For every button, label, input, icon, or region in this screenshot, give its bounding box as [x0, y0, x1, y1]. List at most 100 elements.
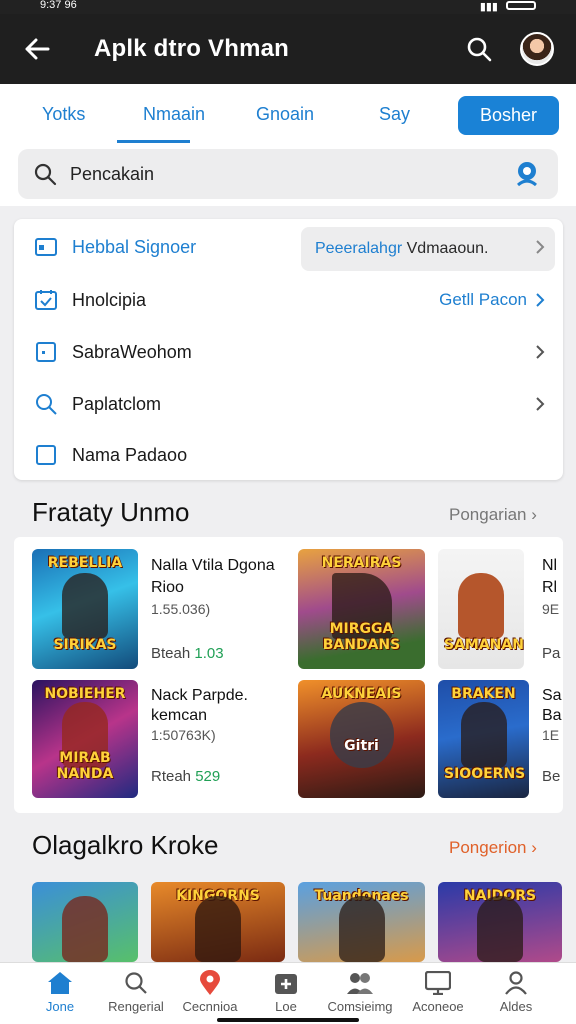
game-downloads: 1.55.036): [151, 601, 211, 617]
chevron-right-icon: ›: [531, 505, 537, 524]
top-section: Yotks Nmaain Gnoain Say Bosher Pencakain: [0, 84, 576, 206]
search-input[interactable]: Pencakain: [18, 149, 558, 199]
menu-item-link[interactable]: Getll Pacon: [439, 290, 527, 310]
game-downloads: 1:50763K): [151, 727, 216, 743]
tab-bosher-button[interactable]: Bosher: [458, 96, 559, 135]
game-thumbnail[interactable]: [32, 882, 138, 962]
menu-item-label: Nama Padaoo: [72, 444, 188, 465]
section-title: Olagalkro Kroke: [32, 830, 219, 860]
status-time: 9:37 96: [40, 0, 77, 11]
monitor-icon: [424, 969, 452, 997]
character-figure: [62, 896, 108, 962]
score-value: 1.03: [194, 645, 224, 662]
tab-gnoain[interactable]: Gnoain: [256, 104, 314, 125]
tab-active-indicator: [117, 140, 190, 143]
thumbnail-caption: Gitri: [344, 738, 379, 754]
game-title-line2: Ba: [542, 707, 562, 724]
game-thumbnail[interactable]: NERAIRAS MIRGGA BANDANS: [298, 549, 425, 669]
game-title[interactable]: Nl: [542, 557, 557, 575]
game-downloads: 9E: [542, 601, 560, 617]
home-indicator[interactable]: [217, 1018, 359, 1022]
game-title[interactable]: Nalla Vtila Dgona: [151, 557, 275, 575]
nav-item-location[interactable]: Cecnnioa: [170, 969, 250, 1014]
menu-item-label: Hnolcipia: [72, 289, 147, 310]
thumbnail-caption: AUKNEAIS: [321, 686, 402, 702]
people-icon: [346, 969, 374, 997]
status-icons: ▮▮▮: [480, 0, 536, 14]
nav-item-account[interactable]: Aconeoe: [398, 969, 478, 1014]
game-thumbnail[interactable]: BRAKEN SIOOERNS: [438, 680, 529, 798]
menu-item-hnolcipia[interactable]: Hnolcipia Getll Pacon: [14, 274, 563, 326]
menu-item-nama-padaoo[interactable]: Nama Padaoo: [14, 429, 563, 481]
arrow-left-icon[interactable]: [22, 34, 52, 64]
score-label: Be: [542, 768, 561, 785]
game-title-line2: kemcan: [151, 707, 208, 724]
pill-text-right: Vdmaaoun.: [402, 240, 489, 257]
home-icon: [46, 969, 74, 997]
game-title-line2: Rioo: [151, 579, 184, 596]
game-thumbnail[interactable]: REBELLIA SIRIKAS: [32, 549, 138, 669]
section-title: Frataty Unmo: [32, 497, 190, 527]
avatar[interactable]: [520, 32, 554, 66]
bottom-nav: Jone Rengerial Cecnnioa Loe Comsieimg Ac…: [0, 962, 576, 1024]
location-pin-icon: [196, 969, 224, 997]
page-title: Aplk dtro Vhman: [94, 35, 290, 62]
game-title-line2: Rl: [542, 579, 558, 596]
tab-nmaain[interactable]: Nmaain: [143, 104, 205, 125]
search-text: Pencakain: [70, 163, 155, 184]
game-score: Rteah 529: [151, 768, 220, 785]
score-value: 529: [195, 768, 221, 785]
chevron-right-icon: [533, 342, 547, 362]
game-thumbnail[interactable]: KINGORNS: [151, 882, 285, 962]
thumbnail-caption: MIRAB NANDA: [56, 750, 114, 782]
game-title[interactable]: Nack Parpde.: [151, 687, 248, 705]
helmet-figure: [329, 702, 394, 768]
character-figure: [338, 896, 385, 962]
checkbox-icon: [34, 443, 58, 467]
tab-yotks[interactable]: Yotks: [42, 104, 85, 125]
nav-item-home[interactable]: Jone: [20, 969, 100, 1014]
game-thumbnail[interactable]: NAIDORS: [438, 882, 562, 962]
menu-item-label: Hebbal Signoer: [72, 236, 197, 257]
game-thumbnail[interactable]: NOBIEHER MIRAB NANDA: [32, 680, 138, 798]
tab-bar: Yotks Nmaain Gnoain Say Bosher: [0, 84, 576, 146]
game-thumbnail[interactable]: AUKNEAIS Gitri: [298, 680, 425, 798]
visual-search-icon[interactable]: [510, 157, 544, 191]
nav-item-loe[interactable]: Loe: [246, 969, 326, 1014]
game-thumbnail[interactable]: Tuandonaes: [298, 882, 425, 962]
section-link[interactable]: Pongarian ›: [449, 505, 537, 525]
chevron-right-icon: [533, 290, 547, 310]
thumbnail-caption: NOBIEHER: [44, 686, 126, 702]
score-label: Pa: [542, 645, 561, 662]
info-pill[interactable]: Peeeralahgr Vdmaaoun.: [301, 227, 555, 271]
square-icon: [34, 340, 58, 364]
thumbnail-caption: MIRGGA BANDANS: [322, 621, 401, 653]
tab-say[interactable]: Say: [379, 104, 410, 125]
thumbnail-caption: NERAIRAS: [321, 555, 402, 571]
nav-label: Loe: [275, 999, 297, 1014]
chevron-right-icon: [533, 394, 547, 414]
nav-label: Jone: [45, 999, 75, 1014]
status-bar: 9:37 96 ▮▮▮: [0, 0, 576, 14]
menu-item-hebbal[interactable]: Hebbal Signoer Peeeralahgr Vdmaaoun.: [14, 221, 563, 273]
chevron-right-icon: ›: [531, 838, 537, 857]
nav-label: Comsieimg: [327, 999, 393, 1014]
menu-item-paplatclom[interactable]: Paplatclom: [14, 378, 563, 430]
thumbnail-caption: SIRIKAS: [53, 637, 117, 653]
character-figure: [477, 896, 523, 962]
character-figure: [195, 896, 241, 962]
game-title[interactable]: Sa: [542, 687, 562, 705]
character-figure: [458, 573, 504, 639]
nav-item-search[interactable]: Rengerial: [96, 969, 176, 1014]
search-icon[interactable]: [464, 34, 494, 64]
game-thumbnail[interactable]: SAMANAN: [438, 549, 524, 669]
nav-label: Rengerial: [108, 999, 164, 1014]
nav-item-community[interactable]: Comsieimg: [320, 969, 400, 1014]
menu-item-label: Paplatclom: [72, 393, 162, 414]
nav-item-profile[interactable]: Aldes: [476, 969, 556, 1014]
medical-kit-icon: [272, 969, 300, 997]
menu-item-sabraweohom[interactable]: SabraWeohom: [14, 326, 563, 378]
section-link-label: Pongerion: [449, 838, 527, 857]
person-icon: [502, 969, 530, 997]
section-link[interactable]: Pongerion ›: [449, 838, 537, 858]
